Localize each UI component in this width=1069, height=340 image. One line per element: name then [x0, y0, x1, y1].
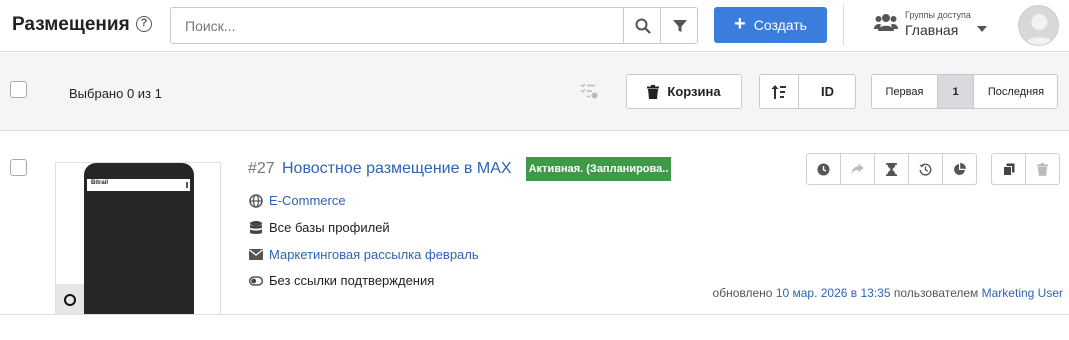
page-last-button[interactable]: Последняя [975, 75, 1057, 108]
users-icon [874, 14, 898, 31]
share-icon [851, 163, 864, 174]
history-icon [919, 163, 932, 176]
pending-button[interactable] [875, 154, 909, 184]
trash-icon [647, 84, 660, 99]
bulk-actions-icon[interactable] [580, 83, 598, 99]
copy-button[interactable] [992, 154, 1026, 184]
page-title: Размещения [12, 14, 130, 35]
database-icon [249, 220, 263, 235]
select-all-checkbox[interactable] [10, 81, 27, 98]
kebab-icon [186, 182, 188, 188]
max-logo-icon [56, 284, 84, 314]
row-checkbox[interactable] [10, 159, 27, 176]
status-badge: Активная. (Запланирова.. [526, 157, 671, 181]
row-manage-group [991, 153, 1060, 185]
trash-button-label: Корзина [667, 84, 721, 99]
sort-direction-button[interactable] [760, 75, 799, 108]
user-silhouette-icon [1024, 14, 1055, 45]
mailing-link[interactable]: Маркетинговая рассылка февраль [269, 247, 479, 262]
pagination: Первая 1 Последняя [871, 74, 1058, 109]
schedule-button[interactable] [807, 154, 841, 184]
search-box [170, 7, 698, 44]
filter-icon [672, 19, 687, 32]
selection-count: Выбрано 0 из 1 [69, 86, 162, 101]
user-avatar[interactable] [1018, 5, 1059, 46]
row-actions-group [806, 153, 977, 185]
row-id: #27 [248, 160, 275, 177]
search-input[interactable] [171, 8, 623, 43]
updated-by-prefix: пользователем [893, 286, 979, 300]
page-current-button[interactable]: 1 [938, 75, 974, 108]
caret-down-icon [977, 26, 987, 32]
confirm-text: Без ссылки подтверждения [269, 273, 435, 288]
page-first-button[interactable]: Первая [872, 75, 938, 108]
database-text: Все базы профилей [269, 220, 390, 235]
clock-icon [817, 163, 830, 175]
access-group-label: Группы доступа [905, 10, 971, 20]
envelope-icon [249, 248, 263, 262]
trash-button[interactable]: Корзина [626, 74, 742, 109]
phone-preview-header: Bitrail [87, 179, 190, 191]
row-title-link[interactable]: Новостное размещение в MAX [282, 160, 512, 178]
category-link[interactable]: E-Commerce [269, 193, 346, 208]
meta-confirm: Без ссылки подтверждения [249, 273, 434, 288]
forward-button[interactable] [841, 154, 875, 184]
phone-preview-header-text: Bitrail [91, 180, 109, 186]
create-button-label: Создать [753, 17, 807, 33]
create-button[interactable]: + Создать [714, 7, 827, 43]
sort-group: ID [759, 74, 856, 109]
access-group-selector[interactable]: Группы доступа Главная [874, 8, 994, 46]
globe-icon [249, 193, 263, 208]
updated-user-link[interactable]: Marketing User [982, 286, 1063, 300]
top-header: Размещения ? + Создать Группы доступа Гл… [0, 0, 1069, 52]
filter-button[interactable] [660, 8, 698, 43]
stats-button[interactable] [943, 154, 976, 184]
updated-prefix: обновлено [712, 286, 773, 300]
list-toolbar: Выбрано 0 из 1 Корзина ID Первая 1 После… [0, 53, 1069, 131]
search-icon [635, 18, 651, 34]
trash-icon [1037, 162, 1048, 176]
pie-chart-icon [954, 162, 966, 175]
delete-button[interactable] [1026, 154, 1059, 184]
meta-category: E-Commerce [249, 193, 346, 208]
preview-thumbnail[interactable]: Bitrail [55, 162, 221, 315]
sort-field-id[interactable]: ID [800, 75, 855, 108]
search-button[interactable] [623, 8, 661, 43]
sort-icon [771, 84, 786, 99]
copy-icon [1002, 163, 1014, 176]
updated-date: 10 мар. 2026 в 13:35 [775, 286, 891, 300]
hourglass-icon [886, 162, 897, 176]
toggle-icon [249, 274, 263, 288]
access-group-value: Главная [905, 22, 959, 38]
updated-info: обновлено 10 мар. 2026 в 13:35 пользоват… [713, 286, 1063, 300]
phone-preview: Bitrail [84, 163, 194, 314]
meta-mailing: Маркетинговая рассылка февраль [249, 247, 479, 262]
list-item: Bitrail #27 Новостное размещение в MAX А… [0, 132, 1069, 315]
plus-icon: + [734, 13, 746, 35]
help-icon[interactable]: ? [136, 16, 152, 32]
meta-database: Все базы профилей [249, 220, 390, 235]
history-button[interactable] [909, 154, 943, 184]
header-divider [843, 4, 844, 46]
